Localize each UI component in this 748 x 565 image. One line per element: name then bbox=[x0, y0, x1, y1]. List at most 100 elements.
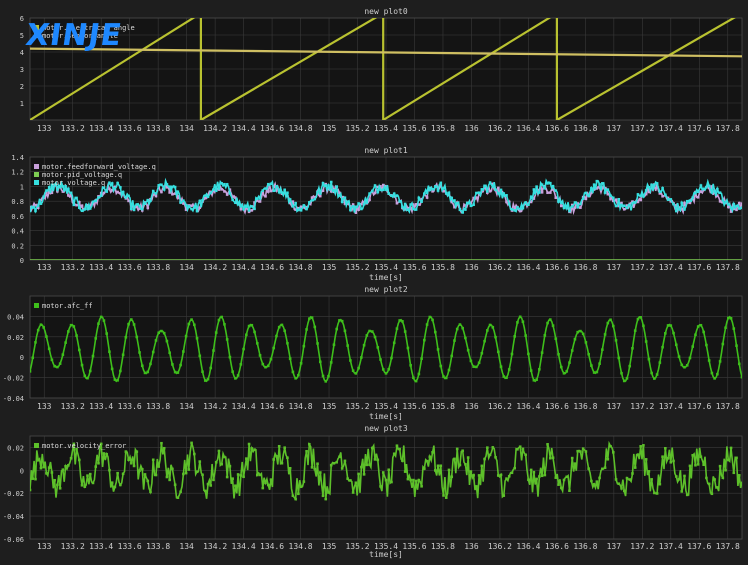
data-point bbox=[45, 472, 48, 475]
data-point bbox=[527, 478, 530, 482]
data-point bbox=[718, 360, 722, 363]
x-tick-label: 136.2 bbox=[488, 542, 512, 551]
data-point bbox=[231, 477, 234, 480]
data-point bbox=[674, 475, 678, 478]
data-point bbox=[58, 362, 62, 365]
data-point bbox=[557, 483, 560, 486]
y-tick-label: 0 bbox=[20, 257, 24, 265]
x-tick-label: 136.4 bbox=[516, 402, 540, 411]
data-point bbox=[308, 442, 311, 446]
data-point bbox=[685, 493, 689, 497]
x-tick-label: 136.8 bbox=[573, 402, 597, 411]
x-tick-label: 136.2 bbox=[488, 402, 512, 411]
data-point bbox=[91, 200, 95, 204]
data-point bbox=[735, 456, 738, 460]
x-tick-label: 136 bbox=[464, 542, 479, 551]
data-point bbox=[310, 196, 314, 199]
data-point bbox=[140, 207, 144, 211]
data-point bbox=[664, 193, 667, 197]
data-point bbox=[288, 466, 292, 470]
data-point bbox=[488, 181, 492, 184]
data-point bbox=[601, 348, 604, 351]
data-point bbox=[162, 446, 166, 450]
x-tick-label: 137.2 bbox=[630, 263, 654, 272]
data-point bbox=[360, 465, 363, 469]
data-point bbox=[387, 468, 391, 472]
data-point bbox=[439, 464, 443, 468]
data-point bbox=[116, 190, 119, 194]
data-point bbox=[436, 348, 440, 351]
data-point bbox=[620, 203, 623, 207]
data-point bbox=[592, 183, 596, 186]
data-point bbox=[203, 194, 207, 197]
data-point bbox=[42, 326, 45, 329]
x-tick-label: 133.6 bbox=[118, 542, 142, 551]
data-point bbox=[403, 202, 407, 206]
data-point bbox=[266, 483, 270, 487]
data-point bbox=[212, 349, 215, 352]
data-point bbox=[236, 473, 240, 476]
data-point bbox=[261, 362, 265, 366]
x-tick-label: 137.8 bbox=[716, 263, 740, 272]
data-point bbox=[228, 192, 232, 195]
x-tick-label: 133 bbox=[37, 542, 52, 551]
data-point bbox=[735, 204, 738, 208]
data-point bbox=[631, 472, 634, 475]
y-tick-label: -0.04 bbox=[3, 513, 24, 521]
data-point bbox=[187, 322, 191, 326]
data-point bbox=[696, 463, 700, 466]
data-point bbox=[573, 206, 577, 209]
data-point bbox=[110, 182, 114, 185]
data-point bbox=[518, 445, 522, 449]
data-point bbox=[269, 182, 273, 186]
data-point bbox=[598, 362, 601, 365]
x-tick-label: 135.6 bbox=[402, 124, 426, 133]
data-point bbox=[297, 208, 300, 212]
data-point bbox=[327, 184, 330, 187]
data-point bbox=[442, 494, 445, 497]
data-point bbox=[308, 317, 311, 320]
data-point bbox=[83, 208, 87, 211]
data-point bbox=[395, 194, 399, 197]
data-point bbox=[450, 475, 454, 479]
data-point bbox=[543, 334, 547, 337]
y-tick-label: 0.04 bbox=[7, 313, 24, 321]
data-point bbox=[570, 456, 574, 460]
data-point bbox=[642, 444, 645, 447]
data-point bbox=[72, 325, 76, 328]
data-point bbox=[360, 207, 363, 211]
data-point bbox=[193, 452, 196, 456]
data-point bbox=[535, 477, 538, 481]
data-point bbox=[121, 472, 125, 476]
data-point bbox=[669, 324, 673, 327]
data-point bbox=[562, 206, 566, 210]
data-point bbox=[691, 345, 695, 348]
data-point bbox=[423, 192, 426, 195]
data-point bbox=[666, 324, 670, 327]
data-point bbox=[379, 485, 382, 488]
data-point bbox=[559, 204, 563, 208]
legend-swatch bbox=[34, 180, 39, 185]
data-point bbox=[340, 200, 344, 203]
x-tick-label: 134.2 bbox=[203, 124, 227, 133]
data-point bbox=[691, 453, 695, 457]
data-point bbox=[576, 205, 579, 209]
data-point bbox=[513, 466, 517, 470]
x-tick-label: 135 bbox=[322, 124, 337, 133]
data-point bbox=[198, 354, 202, 358]
data-point bbox=[31, 356, 35, 360]
data-point bbox=[603, 466, 607, 470]
data-point bbox=[702, 187, 705, 191]
data-point bbox=[168, 185, 171, 189]
data-point bbox=[488, 453, 492, 457]
data-point bbox=[685, 364, 689, 367]
data-point bbox=[644, 340, 648, 343]
x-tick-label: 133.2 bbox=[61, 402, 85, 411]
data-point bbox=[357, 472, 360, 476]
data-point bbox=[636, 193, 640, 196]
data-point bbox=[475, 485, 478, 488]
y-tick-label: 1 bbox=[20, 183, 24, 191]
data-point bbox=[69, 323, 73, 327]
data-point bbox=[190, 318, 193, 321]
data-point bbox=[447, 468, 451, 472]
